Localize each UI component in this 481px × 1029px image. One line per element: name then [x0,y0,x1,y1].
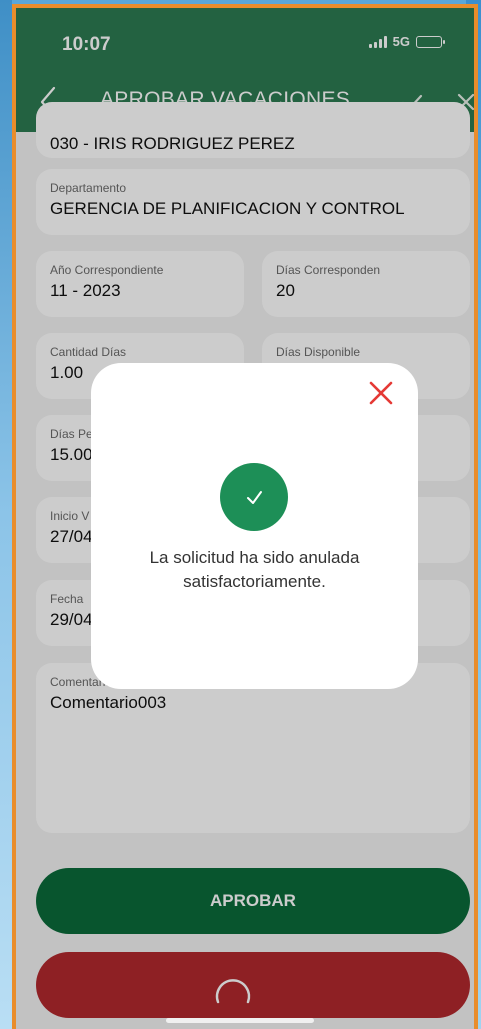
success-check-icon [220,463,288,531]
app-screen: 10:07 5G APROBAR VACACIONES 030 - IRIS R… [16,8,474,1029]
close-icon [369,381,393,405]
background-left [0,0,12,1029]
dialog-close-button[interactable] [367,379,395,407]
phone-frame: 10:07 5G APROBAR VACACIONES 030 - IRIS R… [12,4,478,1029]
dialog-message: La solicitud ha sido anulada satisfactor… [149,548,360,591]
success-dialog: La solicitud ha sido anulada satisfactor… [91,363,418,689]
home-indicator [166,1018,314,1023]
